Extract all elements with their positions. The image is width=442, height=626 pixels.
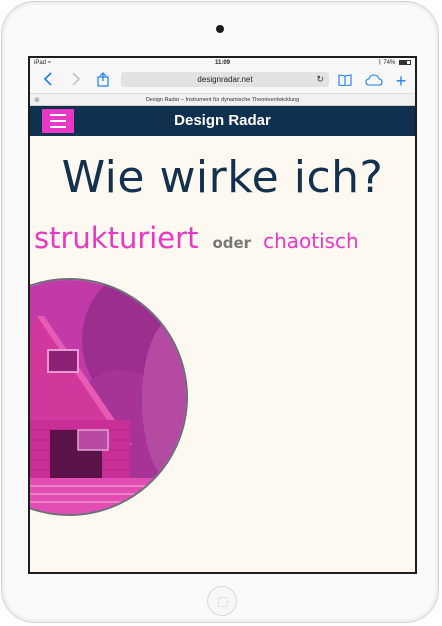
address-bar[interactable]: designradar.net ↻ [121,72,329,87]
battery-icon [399,60,411,65]
site-header: Design Radar [30,106,415,136]
bluetooth-icon: ᛒ [378,60,382,67]
clock: 11:09 [214,60,230,66]
page-headline: Wie wirke ich? [61,152,384,203]
reload-icon[interactable]: ↻ [316,72,324,87]
back-icon[interactable] [40,72,56,90]
option-chaotisch[interactable]: chaotisch [263,229,359,253]
icloud-tabs-icon[interactable] [364,72,384,90]
house-photo [30,278,188,516]
house-illustration [30,280,186,514]
ipad-frame: iPad ≈ 11:09 ᛒ 74% designradar.net ↻ + ⊗… [1,1,439,623]
screen: iPad ≈ 11:09 ᛒ 74% designradar.net ↻ + ⊗… [28,56,417,574]
connector-label: oder [212,234,252,252]
safari-toolbar: designradar.net ↻ + [30,69,415,93]
new-tab-icon[interactable]: + [392,72,410,90]
choice-row: strukturiert oder chaotisch [34,221,359,255]
tab-title[interactable]: Design Radar – Instrument für dynamische… [146,97,299,103]
status-right: ᛒ 74% [378,60,411,66]
battery-percent: 74% [383,60,396,67]
camera-dot [216,25,224,33]
share-icon[interactable] [94,72,112,90]
status-bar: iPad ≈ 11:09 ᛒ 74% [30,58,415,69]
site-title[interactable]: Design Radar [30,106,415,136]
tab-bar: ⊗ Design Radar – Instrument für dynamisc… [30,93,415,106]
bookmarks-icon[interactable] [336,72,354,90]
option-strukturiert[interactable]: strukturiert [34,221,198,255]
url-text: designradar.net [197,75,253,84]
home-button[interactable] [207,586,237,616]
forward-icon[interactable] [68,72,84,90]
